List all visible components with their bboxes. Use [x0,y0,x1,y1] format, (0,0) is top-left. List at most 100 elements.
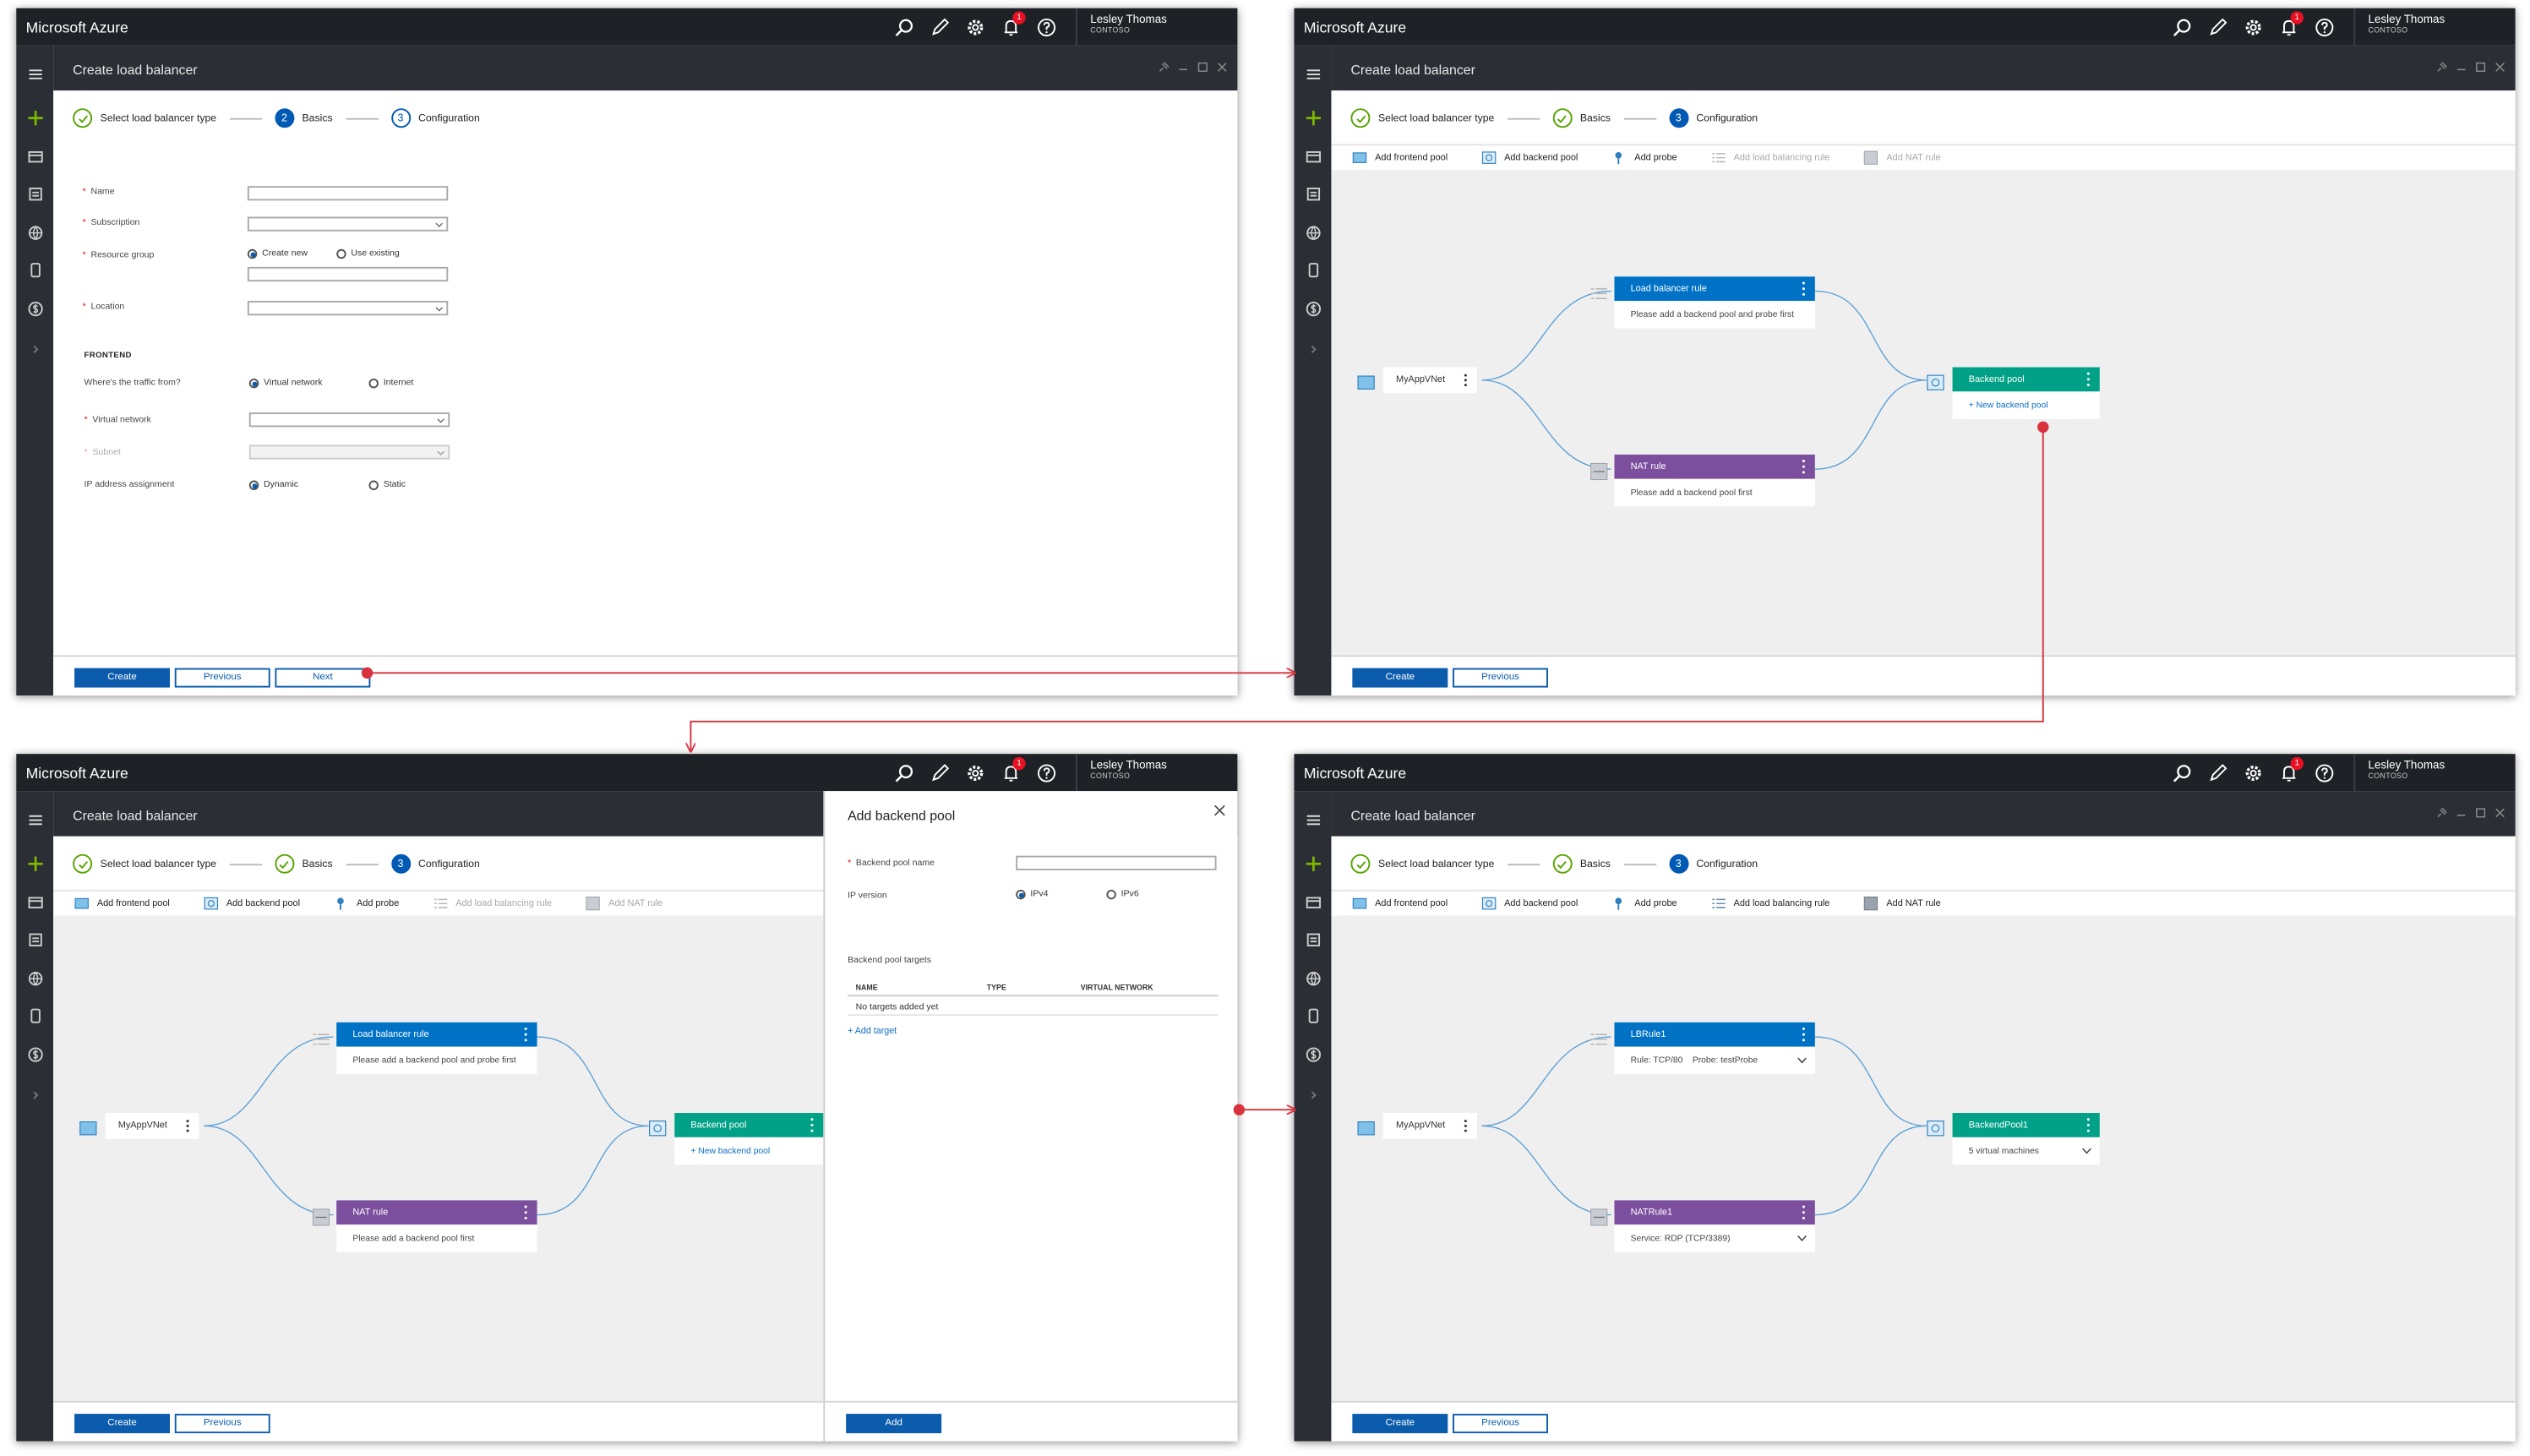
more-options-icon[interactable] [524,1027,527,1042]
vnet-node[interactable]: MyAppVNet [105,1113,199,1139]
nat-rule-node[interactable]: NAT rule Please add a backend pool first [336,1200,537,1252]
settings-gear-icon[interactable] [2236,759,2271,787]
load-balancer-rule-node[interactable]: Load balancer rule Please add a backend p… [336,1022,537,1075]
previous-button[interactable]: Previous [1453,668,1548,688]
more-options-icon[interactable] [186,1120,189,1132]
chevron-down-icon[interactable] [2082,1147,2091,1155]
storage-icon[interactable] [26,260,44,278]
add-probe-button[interactable]: Add probe [334,897,399,911]
backend-pool-node[interactable]: Backend pool + New backend pool [674,1113,824,1165]
node-body[interactable]: Service: RDP (TCP/3389) [1614,1224,1814,1252]
dashboard-icon[interactable] [26,893,44,911]
nat-rule-node[interactable]: NAT rule Please add a backend pool first [1614,454,1815,507]
add-probe-button[interactable]: Add probe [1612,150,1677,165]
add-load-balancing-rule-button[interactable]: Add load balancing rule [1711,150,1829,165]
backend-pool-node[interactable]: Backend pool + New backend pool [1952,367,2100,419]
step-configuration[interactable]: 3 Configuration [390,853,480,874]
edit-icon[interactable] [922,13,957,41]
add-probe-button[interactable]: Add probe [1612,897,1677,911]
step-basics[interactable]: Basics [1552,853,1611,874]
chevron-down-icon[interactable] [1797,1056,1807,1065]
add-nat-rule-button[interactable]: Add NAT rule [1864,150,1941,165]
help-icon[interactable] [2307,13,2342,41]
load-balancer-rule-node[interactable]: Load balancer rule Please add a backend p… [1614,276,1815,329]
create-button[interactable]: Create [1352,1414,1448,1434]
new-resource-plus-icon[interactable] [26,854,44,872]
add-backend-pool-button[interactable]: Add backend pool [1481,150,1578,165]
new-resource-plus-icon[interactable] [1304,108,1322,126]
step-select-type[interactable]: Select load balancer type [73,108,216,128]
virtual-network-dropdown[interactable] [248,412,450,428]
search-icon[interactable] [2164,759,2200,787]
billing-dollar-icon[interactable] [1304,1045,1322,1063]
create-new-radio[interactable]: Create new [247,248,308,259]
add-frontend-pool-button[interactable]: Add frontend pool [1352,897,1448,911]
more-options-icon[interactable] [1802,281,1806,296]
close-icon[interactable] [1213,804,1226,816]
new-resource-plus-icon[interactable] [1304,854,1322,872]
resource-groups-icon[interactable] [26,184,44,202]
user-account[interactable]: Lesley Thomas CONTOSO [2353,754,2515,792]
settings-gear-icon[interactable] [2236,13,2271,41]
expand-chevron-icon[interactable] [26,1085,44,1103]
step-select-type[interactable]: Select load balancer type [1350,108,1494,128]
user-account[interactable]: Lesley Thomas CONTOSO [2353,8,2515,46]
previous-button[interactable]: Previous [174,668,270,688]
dashboard-icon[interactable] [1304,893,1322,911]
step-basics[interactable]: Basics [1552,108,1611,128]
minimize-icon[interactable] [2456,798,2467,816]
network-globe-icon[interactable] [26,223,44,241]
more-options-icon[interactable] [1802,1205,1806,1219]
notifications-bell-icon[interactable]: 1 [2271,756,2307,787]
vnet-node[interactable]: MyAppVNet [1382,367,1477,394]
name-input[interactable] [247,186,449,201]
dashboard-icon[interactable] [1304,147,1322,165]
close-icon[interactable] [2495,798,2505,818]
billing-dollar-icon[interactable] [1304,299,1322,317]
notifications-bell-icon[interactable]: 1 [2271,11,2307,41]
add-load-balancing-rule-button[interactable]: Add load balancing rule [433,897,552,911]
minimize-icon[interactable] [2456,52,2467,71]
create-button[interactable]: Create [74,1414,171,1434]
close-icon[interactable] [1217,52,1228,72]
backend-pool-name-input[interactable] [1016,855,1217,870]
add-frontend-pool-button[interactable]: Add frontend pool [74,897,170,911]
resource-groups-icon[interactable] [1304,184,1322,202]
add-load-balancing-rule-button[interactable]: Add load balancing rule [1711,897,1829,911]
step-basics[interactable]: 2 Basics [274,108,333,128]
ipv6-radio[interactable]: IPv6 [1106,889,1139,900]
step-configuration[interactable]: 3 Configuration [1668,108,1758,128]
add-backend-pool-button[interactable]: Add backend pool [1481,897,1578,911]
more-options-icon[interactable] [1802,460,1806,474]
pin-icon[interactable] [1159,52,1170,72]
storage-icon[interactable] [26,1006,44,1024]
step-configuration[interactable]: 3 Configuration [390,108,480,128]
dynamic-radio[interactable]: Dynamic [248,480,298,491]
edit-icon[interactable] [2200,13,2235,41]
more-options-icon[interactable] [810,1118,814,1132]
vnet-node[interactable]: MyAppVNet [1382,1113,1477,1139]
more-options-icon[interactable] [524,1205,527,1219]
virtual-network-radio[interactable]: Virtual network [248,378,322,389]
add-nat-rule-button[interactable]: Add NAT rule [586,897,662,911]
edit-icon[interactable] [2200,759,2235,787]
storage-icon[interactable] [1304,1006,1322,1024]
storage-icon[interactable] [1304,260,1322,278]
menu-hamburger-icon[interactable] [1304,65,1322,83]
search-icon[interactable] [886,759,922,787]
previous-button[interactable]: Previous [174,1414,270,1434]
billing-dollar-icon[interactable] [26,1045,44,1063]
help-icon[interactable] [2307,759,2342,787]
settings-gear-icon[interactable] [957,759,993,787]
nat-rule-node[interactable]: NATRule1 Service: RDP (TCP/3389) [1614,1200,1815,1252]
close-icon[interactable] [2495,52,2505,72]
add-frontend-pool-button[interactable]: Add frontend pool [1352,150,1448,165]
chevron-down-icon[interactable] [1797,1235,1807,1243]
more-options-icon[interactable] [2086,372,2090,387]
new-backend-pool-link[interactable]: + New backend pool [690,1146,770,1155]
user-account[interactable]: Lesley Thomas CONTOSO [1076,754,1237,792]
maximize-icon[interactable] [2475,52,2486,72]
step-configuration[interactable]: 3 Configuration [1668,853,1758,874]
minimize-icon[interactable] [1178,52,1189,71]
node-body[interactable]: Rule: TCP/80 Probe: testProbe [1614,1047,1814,1075]
